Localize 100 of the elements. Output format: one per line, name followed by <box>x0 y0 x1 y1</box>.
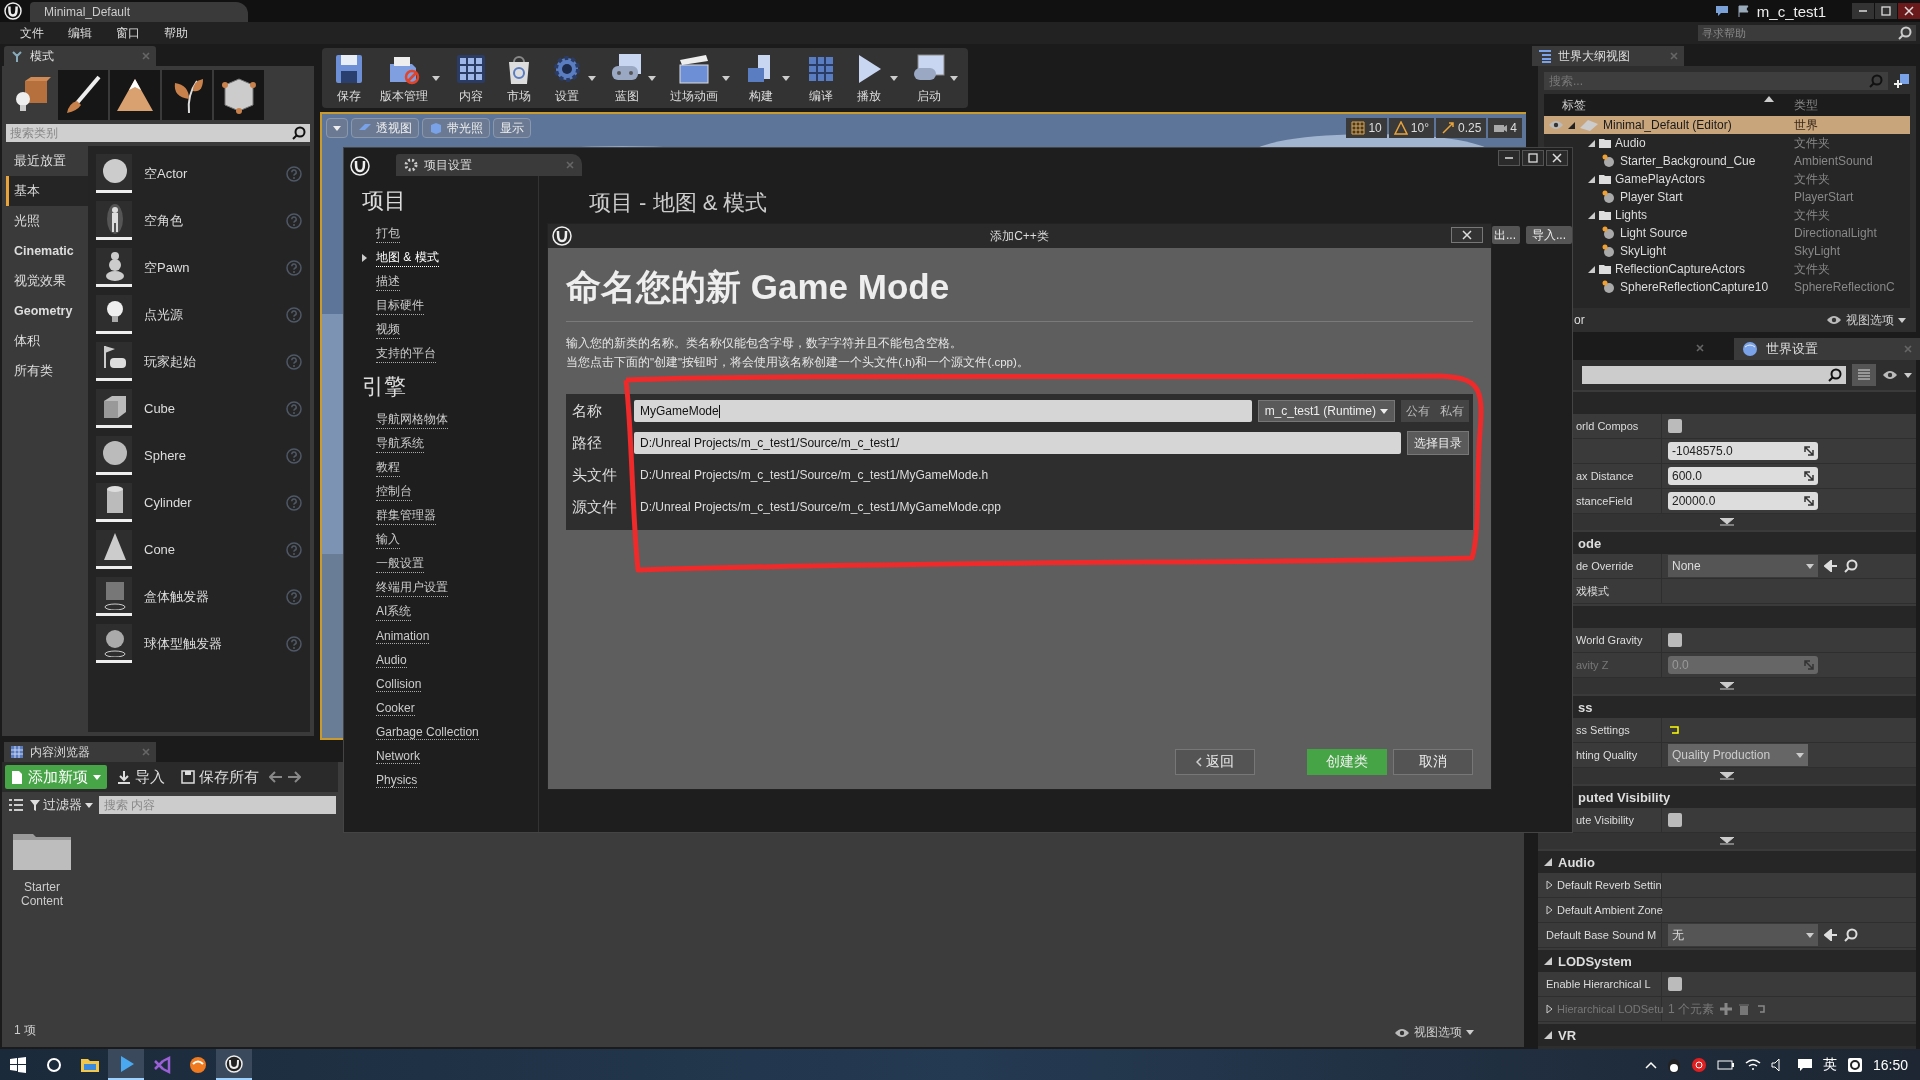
maximize-button[interactable] <box>1522 150 1544 166</box>
expand-arrow-icon[interactable] <box>1588 265 1595 273</box>
name-field[interactable]: MyGameMode <box>634 400 1252 422</box>
settings-link[interactable]: 输入 <box>376 531 400 549</box>
category-item[interactable]: 最近放置 <box>6 146 88 176</box>
settings-link[interactable]: AI系统 <box>376 603 412 621</box>
collapse-arrow-icon[interactable] <box>1544 957 1552 965</box>
mode-tab[interactable] <box>214 70 264 120</box>
back-button[interactable]: 返回 <box>1175 749 1255 775</box>
number-field[interactable]: 600.0 <box>1668 467 1818 485</box>
placeable-item[interactable]: Cone <box>88 526 310 573</box>
toolbar-button[interactable]: 播放 <box>846 48 904 108</box>
taskbar-app[interactable] <box>216 1049 252 1080</box>
expand-arrow-icon[interactable] <box>1546 880 1553 890</box>
close-button[interactable] <box>1898 3 1920 19</box>
folder-item[interactable]: Starter Content <box>10 830 74 908</box>
menu-item[interactable]: 编辑 <box>56 24 104 42</box>
add-actor-icon[interactable] <box>1894 73 1910 89</box>
settings-link[interactable]: 目标硬件 <box>376 297 424 315</box>
category-item[interactable]: Cinematic <box>6 236 88 266</box>
placeable-item[interactable]: Cylinder <box>88 479 310 526</box>
close-button[interactable] <box>1451 227 1483 243</box>
placeable-item[interactable]: 点光源 <box>88 291 310 338</box>
section-header[interactable]: VR <box>1538 1022 1916 1046</box>
outliner-row[interactable]: Starter_Background_Cue AmbientSound <box>1575 152 1910 170</box>
document-tab[interactable]: Minimal_Default <box>30 2 248 22</box>
category-item[interactable]: 视觉效果 <box>6 266 88 296</box>
mode-tab[interactable] <box>162 70 212 120</box>
toolbar-button[interactable]: 保存 <box>326 48 372 108</box>
placeable-item[interactable]: 空Pawn <box>88 244 310 291</box>
visibility-toggle[interactable]: 私有 <box>1435 400 1469 422</box>
toolbar-button[interactable]: 市场 <box>496 48 542 108</box>
column-header[interactable]: 类型 <box>1794 96 1910 114</box>
collapse-arrow-icon[interactable] <box>1544 858 1552 866</box>
path-field[interactable]: D:/Unreal Projects/m_c_test1/Source/m_c_test1/ <box>634 432 1401 454</box>
toolbar-button[interactable]: 内容 <box>448 48 494 108</box>
toolbar-button[interactable]: 蓝图 <box>604 48 662 108</box>
eye-icon[interactable] <box>1882 370 1898 380</box>
snap-button[interactable]: 4 <box>1488 118 1522 138</box>
toolbar-button[interactable]: 编译 <box>798 48 844 108</box>
panel-tab[interactable]: 模式 <box>4 46 156 66</box>
placeable-item[interactable]: 空Actor <box>88 150 310 197</box>
category-item[interactable]: Geometry <box>6 296 88 326</box>
number-field[interactable]: -1048575.0 <box>1668 442 1818 460</box>
settings-link[interactable]: 教程 <box>376 459 400 477</box>
use-arrow-icon[interactable] <box>1824 929 1838 941</box>
outliner-row[interactable]: GamePlayActors 文件夹 <box>1575 170 1910 188</box>
panel-tab[interactable]: 世界设置 <box>1734 338 1920 360</box>
outliner-row[interactable]: Audio 文件夹 <box>1575 134 1910 152</box>
toolbar-button[interactable]: 过场动画 <box>664 48 736 108</box>
input-method-indicator[interactable]: 英 <box>1822 1055 1837 1074</box>
module-dropdown[interactable]: m_c_test1 (Runtime) <box>1257 400 1395 422</box>
settings-link[interactable]: 控制台 <box>376 483 412 501</box>
forward-arrow-icon[interactable] <box>287 771 301 783</box>
mode-tab[interactable] <box>110 70 160 120</box>
import-button[interactable]: 导入 <box>111 765 171 789</box>
search-field[interactable] <box>1582 366 1846 384</box>
settings-link[interactable]: 地图 & 模式 <box>376 249 439 267</box>
viewport-button[interactable]: 显示 <box>493 118 531 138</box>
outliner-row[interactable]: ReflectionCaptureActors 文件夹 <box>1575 260 1910 278</box>
settings-link[interactable]: Collision <box>376 676 422 692</box>
eye-icon[interactable] <box>1394 1027 1410 1038</box>
category-item[interactable]: 基本 <box>6 176 88 206</box>
category-item[interactable]: 体积 <box>6 326 88 356</box>
view-options-button[interactable]: 视图选项 <box>1826 311 1906 329</box>
settings-link[interactable]: Physics <box>376 772 418 788</box>
settings-link[interactable]: Garbage Collection <box>376 724 479 740</box>
checkbox[interactable] <box>1668 633 1682 647</box>
panel-tab[interactable]: 世界大纲视图 <box>1532 46 1684 66</box>
placeable-item[interactable]: 空角色 <box>88 197 310 244</box>
expand-arrow-icon[interactable] <box>1588 139 1595 147</box>
use-arrow-icon[interactable] <box>1824 560 1838 572</box>
toolbar-button[interactable]: 启动 <box>906 48 964 108</box>
settings-link[interactable]: 视频 <box>376 321 400 339</box>
search-icon[interactable] <box>1844 559 1858 573</box>
settings-link[interactable]: 描述 <box>376 273 400 291</box>
eye-icon[interactable] <box>1548 120 1564 130</box>
trash-icon[interactable] <box>1738 1003 1750 1015</box>
mode-tab[interactable] <box>58 70 108 120</box>
menu-item[interactable]: 窗口 <box>104 24 152 42</box>
app-icon[interactable] <box>1846 1056 1863 1073</box>
snap-button[interactable]: 10° <box>1388 118 1434 138</box>
asset-dropdown[interactable]: None <box>1668 555 1818 577</box>
collapse-arrow-icon[interactable] <box>1544 1031 1552 1039</box>
panel-tab[interactable]: 项目设置 <box>396 154 582 176</box>
placeable-item[interactable]: 球体型触发器 <box>88 620 310 667</box>
quality-dropdown[interactable]: Quality Production <box>1668 744 1808 766</box>
settings-link[interactable]: 群集管理器 <box>376 507 436 525</box>
snap-button[interactable]: 0.25 <box>1435 118 1487 138</box>
category-item[interactable]: 所有类 <box>6 356 88 386</box>
menu-item[interactable]: 帮助 <box>152 24 200 42</box>
view-options-button[interactable]: 视图选项 <box>1394 1024 1474 1041</box>
choose-folder-button[interactable]: 选择目录 <box>1407 431 1469 455</box>
minimize-button[interactable] <box>1498 150 1520 166</box>
save-all-button[interactable]: 保存所有 <box>175 765 265 789</box>
column-header[interactable]: 标签 <box>1544 96 1794 114</box>
settings-link[interactable]: Audio <box>376 652 407 668</box>
section-header[interactable]: Audio <box>1538 849 1916 873</box>
export-button[interactable]: 出... <box>1491 226 1520 244</box>
outliner-row[interactable]: Player Start PlayerStart <box>1575 188 1910 206</box>
